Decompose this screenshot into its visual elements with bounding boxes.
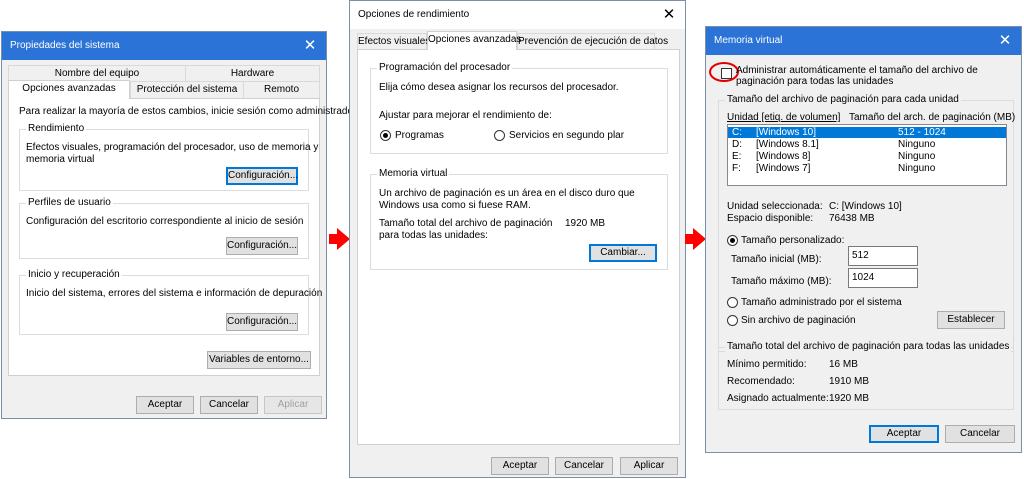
drive-list[interactable]: C: [Windows 10] 512 - 1024 D: [Windows 8… (727, 124, 1007, 186)
space-available-value: 76438 MB (829, 213, 875, 224)
currently-allocated-label: Asignado actualmente: (727, 393, 829, 404)
selected-drive-label: Unidad seleccionada: (727, 201, 823, 212)
tab-panel: Para realizar la mayoría de estos cambio… (8, 98, 359, 376)
adjust-label: Ajustar para mejorar el rendimiento de: (379, 110, 552, 121)
apply-button[interactable]: Aplicar (264, 396, 322, 414)
tab-panel: Programación del procesador Elija cómo d… (357, 49, 680, 445)
min-allowed-label: Mínimo permitido: (727, 359, 807, 370)
ok-button[interactable]: Aceptar (136, 396, 194, 414)
background-services-label: Servicios en segundo plar (509, 130, 625, 141)
arrow-right-icon (329, 228, 351, 250)
performance-desc-1: Efectos visuales, programación del proce… (26, 142, 319, 153)
system-managed-label: Tamaño administrado por el sistema (741, 297, 902, 308)
window-title: Memoria virtual (714, 35, 783, 46)
auto-manage-label-2: paginación para todas las unidades (736, 76, 894, 87)
system-managed-radio[interactable] (727, 297, 738, 308)
title-bar[interactable]: Opciones de rendimiento ✕ (350, 1, 685, 29)
vm-desc-1: Un archivo de paginación es un área en e… (379, 188, 635, 199)
selected-drive-value: C: [Windows 10] (829, 201, 902, 212)
tab-visual-effects[interactable]: Efectos visuales (357, 33, 430, 50)
tab-system-protection[interactable]: Protección del sistema (130, 81, 244, 98)
cancel-button[interactable]: Cancelar (200, 396, 258, 414)
window-title: Opciones de rendimiento (358, 9, 470, 20)
initial-size-input[interactable]: 512 (848, 246, 918, 266)
column-size-header: Tamaño del arch. de paginación (MB) (849, 112, 1016, 123)
currently-allocated-value: 1920 MB (829, 393, 870, 404)
processor-scheduling-title: Programación del procesador (377, 62, 513, 73)
performance-title: Rendimiento (26, 123, 87, 134)
user-profiles-title: Perfiles de usuario (26, 197, 113, 208)
change-button[interactable]: Cambiar... (589, 244, 657, 262)
column-drive-header: Unidad [etiq. de volumen] (727, 112, 841, 123)
max-size-label: Tamaño máximo (MB): (731, 276, 832, 287)
title-bar[interactable]: Memoria virtual ✕ (706, 27, 1021, 55)
tab-advanced-options[interactable]: Opciones avanzadas (427, 31, 521, 50)
tab-hardware[interactable]: Hardware (185, 65, 320, 82)
user-profiles-group: Perfiles de usuario Configuración del es… (19, 197, 309, 259)
tab-data-execution-prevention[interactable]: Prevención de ejecución de datos (517, 33, 668, 50)
system-properties-window: Propiedades del sistema ✕ Nombre del equ… (1, 31, 359, 419)
custom-size-label: Tamaño personalizado: (741, 235, 845, 246)
vm-total-label-1: Tamaño total del archivo de paginación (379, 218, 553, 229)
performance-group: Rendimiento Efectos visuales, programaci… (19, 123, 318, 191)
list-item[interactable]: C: [Windows 10] 512 - 1024 (728, 127, 1006, 138)
virtual-memory-title: Memoria virtual (377, 168, 450, 179)
ok-button[interactable]: Aceptar (869, 425, 939, 443)
vm-total-value: 1920 MB (565, 218, 606, 229)
startup-recovery-settings-button[interactable]: Configuración... (226, 313, 298, 331)
close-icon[interactable]: ✕ (298, 35, 322, 57)
startup-recovery-group: Inicio y recuperación Inicio del sistema… (19, 269, 322, 335)
max-size-input[interactable]: 1024 (848, 268, 918, 288)
tab-remote[interactable]: Remoto (243, 81, 320, 98)
auto-manage-label-1: Administrar automáticamente el tamaño de… (736, 65, 978, 76)
recommended-label: Recomendado: (727, 376, 795, 387)
admin-note: Para realizar la mayoría de estos cambio… (19, 106, 359, 117)
programs-label: Programas (395, 130, 444, 141)
total-size-title: Tamaño total del archivo de paginación p… (725, 341, 1012, 352)
no-paging-file-radio[interactable] (727, 315, 738, 326)
list-item[interactable]: D: [Windows 8.1] Ninguno (728, 139, 1006, 150)
user-profiles-desc: Configuración del escritorio correspondi… (26, 216, 304, 227)
user-profiles-settings-button[interactable]: Configuración... (226, 237, 298, 255)
list-item[interactable]: F: [Windows 7] Ninguno (728, 163, 1006, 174)
title-bar[interactable]: Propiedades del sistema ✕ (2, 32, 326, 60)
window-title: Propiedades del sistema (10, 40, 120, 51)
virtual-memory-window: Memoria virtual ✕ Administrar automática… (705, 26, 1022, 453)
virtual-memory-group: Memoria virtual Un archivo de paginación… (370, 168, 668, 270)
performance-options-window: Opciones de rendimiento ✕ Efectos visual… (349, 0, 686, 478)
highlight-circle (709, 62, 739, 82)
ok-button[interactable]: Aceptar (491, 457, 549, 475)
background-services-radio[interactable] (494, 130, 505, 141)
cancel-button[interactable]: Cancelar (945, 425, 1015, 443)
vm-total-label-2: para todas las unidades: (379, 230, 488, 241)
arrow-right-icon (685, 228, 707, 250)
set-button[interactable]: Establecer (937, 311, 1005, 329)
no-paging-file-label: Sin archivo de paginación (741, 315, 856, 326)
tab-advanced[interactable]: Opciones avanzadas (8, 80, 130, 99)
vm-desc-2: Windows usa como si fuese RAM. (379, 200, 531, 211)
environment-variables-button[interactable]: Variables de entorno... (207, 351, 311, 369)
space-available-label: Espacio disponible: (727, 213, 814, 224)
performance-settings-button[interactable]: Configuración... (226, 167, 298, 185)
processor-scheduling-group: Programación del procesador Elija cómo d… (370, 62, 668, 154)
startup-recovery-desc: Inicio del sistema, errores del sistema … (26, 288, 323, 299)
startup-recovery-title: Inicio y recuperación (26, 269, 122, 280)
programs-radio[interactable] (380, 130, 391, 141)
apply-button[interactable]: Aplicar (620, 457, 678, 475)
initial-size-label: Tamaño inicial (MB): (731, 254, 822, 265)
close-icon[interactable]: ✕ (993, 30, 1017, 52)
processor-desc: Elija cómo desea asignar los recursos de… (379, 82, 619, 93)
cancel-button[interactable]: Cancelar (555, 457, 613, 475)
total-size-group: Tamaño total del archivo de paginación p… (718, 341, 1014, 410)
recommended-value: 1910 MB (829, 376, 870, 387)
list-item[interactable]: E: [Windows 8] Ninguno (728, 151, 1006, 162)
per-drive-group: Tamaño del archivo de paginación para ca… (718, 94, 1016, 352)
min-allowed-value: 16 MB (829, 359, 858, 370)
close-icon[interactable]: ✕ (657, 4, 681, 26)
custom-size-radio[interactable] (727, 235, 738, 246)
performance-desc-2: memoria virtual (26, 154, 95, 165)
per-drive-title: Tamaño del archivo de paginación para ca… (725, 94, 961, 105)
